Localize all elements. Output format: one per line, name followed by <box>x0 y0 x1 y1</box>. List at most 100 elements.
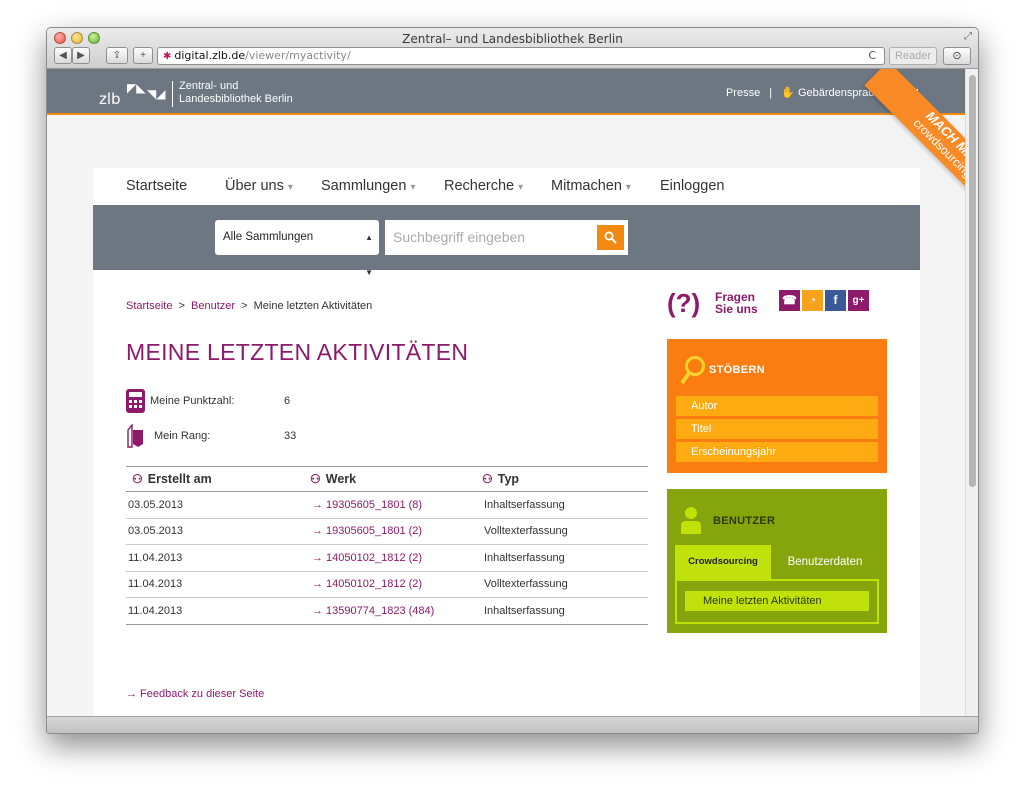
search-band: Alle Sammlungen ▲ ▼ Suchbegriff eingeben <box>93 205 920 277</box>
rss-icon[interactable]: ◔ <box>802 290 823 311</box>
question-mark-icon: (?) <box>667 288 701 318</box>
search-icon <box>604 231 617 244</box>
search-input[interactable]: Suchbegriff eingeben <box>385 220 628 255</box>
nav-item-sammlungen[interactable]: Sammlungen ▾ <box>321 178 415 194</box>
cell-werk-link[interactable]: → 14050102_1812 (2) <box>304 544 476 572</box>
rank-label: Mein Rang: <box>154 430 211 442</box>
reader-button[interactable]: Reader <box>889 47 937 65</box>
reload-icon[interactable]: C <box>868 48 876 64</box>
forward-button[interactable]: ▶ <box>72 47 90 64</box>
score-label: Meine Punktzahl: <box>150 395 235 407</box>
main-nav: Startseite Über uns ▾ Sammlungen ▾ Recherc… <box>93 168 920 205</box>
column-header-werk[interactable]: ⚇ Werk <box>304 466 476 492</box>
cell-typ: Inhaltserfassung <box>476 597 648 625</box>
nav-item-recherche[interactable]: Recherche ▾ <box>444 178 523 194</box>
title-bar: Zentral– und Landesbibliothek Berlin ⤢ ◀… <box>47 28 978 69</box>
rank-badge-icon <box>127 424 143 448</box>
calculator-icon <box>126 389 145 413</box>
nav-label: Über uns <box>225 178 284 194</box>
cell-typ: Inhaltserfassung <box>476 491 648 519</box>
breadcrumb-separator: > <box>178 300 185 312</box>
cell-werk-link[interactable]: → 19305605_1801 (8) <box>304 491 476 519</box>
column-header-label: Typ <box>497 472 520 486</box>
tab-crowdsourcing[interactable]: Crowdsourcing <box>675 545 771 579</box>
url-path: /viewer/myactivity/ <box>245 49 351 62</box>
user-icon <box>681 507 701 534</box>
page-container: Startseite Über uns ▾ Sammlungen ▾ Recherc… <box>93 168 920 717</box>
rank-value: 33 <box>284 430 297 442</box>
cell-typ: Inhaltserfassung <box>476 544 648 572</box>
logo-line-2: Landesbibliothek Berlin <box>179 93 293 105</box>
scrollbar-thumb[interactable] <box>969 75 976 487</box>
breadcrumb-current: Meine letzten Aktivitäten <box>253 300 373 312</box>
googleplus-icon[interactable]: g+ <box>848 290 869 311</box>
rank-row: Mein Rang: 33 <box>126 424 326 448</box>
page-title: MEINE LETZTEN AKTIVITÄTEN <box>126 339 469 365</box>
collection-select-value: Alle Sammlungen <box>223 231 314 243</box>
page-viewport: zlb ◤◣ ◥◢ Zentral- und Landesbibliothek … <box>47 69 966 717</box>
browse-link-titel[interactable]: Titel <box>676 419 878 439</box>
feedback-link[interactable]: → Feedback zu dieser Seite <box>126 688 264 700</box>
vertical-scrollbar[interactable] <box>965 69 978 717</box>
score-row: Meine Punktzahl: 6 <box>126 389 326 413</box>
top-link-separator: | <box>769 87 773 99</box>
table-header-row: ⚇ Erstellt am ⚇ Werk ⚇ Typ <box>126 466 648 492</box>
breadcrumb: Startseite > Benutzer > Meine letzten Ak… <box>126 300 372 312</box>
score-value: 6 <box>284 395 291 407</box>
cell-werk-link[interactable]: → 14050102_1812 (2) <box>304 571 476 598</box>
nav-label: Startseite <box>126 178 188 194</box>
logo-leaf-icon: ◥◢ <box>147 87 166 101</box>
window-title: Zentral– und Landesbibliothek Berlin <box>402 32 623 46</box>
breadcrumb-benutzer[interactable]: Benutzer <box>191 300 235 312</box>
user-tabs: Crowdsourcing Benutzerdaten <box>675 545 879 579</box>
phone-icon[interactable]: ☎ <box>779 290 800 311</box>
logo-divider <box>172 81 173 107</box>
chevron-down-icon: ▾ <box>625 182 631 193</box>
address-bar[interactable]: ✱ digital.zlb.de/viewer/myactivity/ C <box>157 47 885 65</box>
nav-item-startseite[interactable]: Startseite <box>126 178 187 194</box>
nav-item-ueber-uns[interactable]: Über uns ▾ <box>225 178 293 194</box>
nav-label: Sammlungen <box>321 178 407 194</box>
fullscreen-icon[interactable]: ⤢ <box>964 31 972 42</box>
back-button[interactable]: ◀ <box>54 47 72 64</box>
status-bar <box>47 716 978 733</box>
column-header-typ[interactable]: ⚇ Typ <box>476 466 648 492</box>
user-book-icon: ⚇ <box>310 472 321 486</box>
user-clock-icon: ⚇ <box>132 472 143 486</box>
facebook-icon[interactable]: f <box>825 290 846 311</box>
ask-us-label-line-2: Sie uns <box>715 302 758 316</box>
downloads-button[interactable]: ⊙ <box>943 47 971 65</box>
top-header: zlb ◤◣ ◥◢ Zentral- und Landesbibliothek … <box>47 69 966 115</box>
nav-item-mitmachen[interactable]: Mitmachen ▾ <box>551 178 631 194</box>
browse-link-erscheinungsjahr[interactable]: Erscheinungsjahr <box>676 442 878 462</box>
column-header-erstellt[interactable]: ⚇ Erstellt am <box>126 466 304 492</box>
my-activities-link[interactable]: Meine letzten Aktivitäten <box>685 591 869 611</box>
browse-box-title: STÖBERN <box>709 364 765 376</box>
new-tab-button[interactable]: + <box>133 47 153 64</box>
breadcrumb-startseite[interactable]: Startseite <box>126 300 172 312</box>
select-arrows-icon: ▲ ▼ <box>365 233 373 277</box>
browse-link-autor[interactable]: Autor <box>676 396 878 416</box>
user-box: BENUTZER Crowdsourcing Benutzerdaten Mei… <box>667 489 887 633</box>
table-row: 11.04.2013 → 14050102_1812 (2) Inhaltserfa… <box>126 544 648 572</box>
tab-benutzerdaten[interactable]: Benutzerdaten <box>771 545 879 579</box>
presse-link[interactable]: Presse <box>726 87 760 99</box>
facebook-glyph: f <box>833 293 838 307</box>
search-button[interactable] <box>597 225 624 250</box>
cell-typ: Volltexterfassung <box>476 518 648 545</box>
logo-wordmark[interactable]: zlb <box>99 90 121 108</box>
nav-item-einloggen[interactable]: Einloggen <box>660 178 725 194</box>
cell-typ: Volltexterfassung <box>476 571 648 598</box>
chevron-down-icon: ▾ <box>287 182 293 193</box>
collection-select[interactable]: Alle Sammlungen ▲ ▼ <box>215 220 379 277</box>
nav-label: Recherche <box>444 178 515 194</box>
chevron-down-icon: ▾ <box>518 182 524 193</box>
user-star-icon: ⚇ <box>482 472 493 486</box>
cell-werk-link[interactable]: → 13590774_1823 (484) <box>304 597 476 625</box>
share-button[interactable]: ⇪ <box>106 47 128 64</box>
url-domain: digital.zlb.de <box>174 49 246 62</box>
cell-date: 03.05.2013 <box>126 491 304 519</box>
column-header-label: Erstellt am <box>147 472 212 486</box>
site-favicon-icon: ✱ <box>163 51 172 62</box>
cell-werk-link[interactable]: → 19305605_1801 (2) <box>304 518 476 545</box>
